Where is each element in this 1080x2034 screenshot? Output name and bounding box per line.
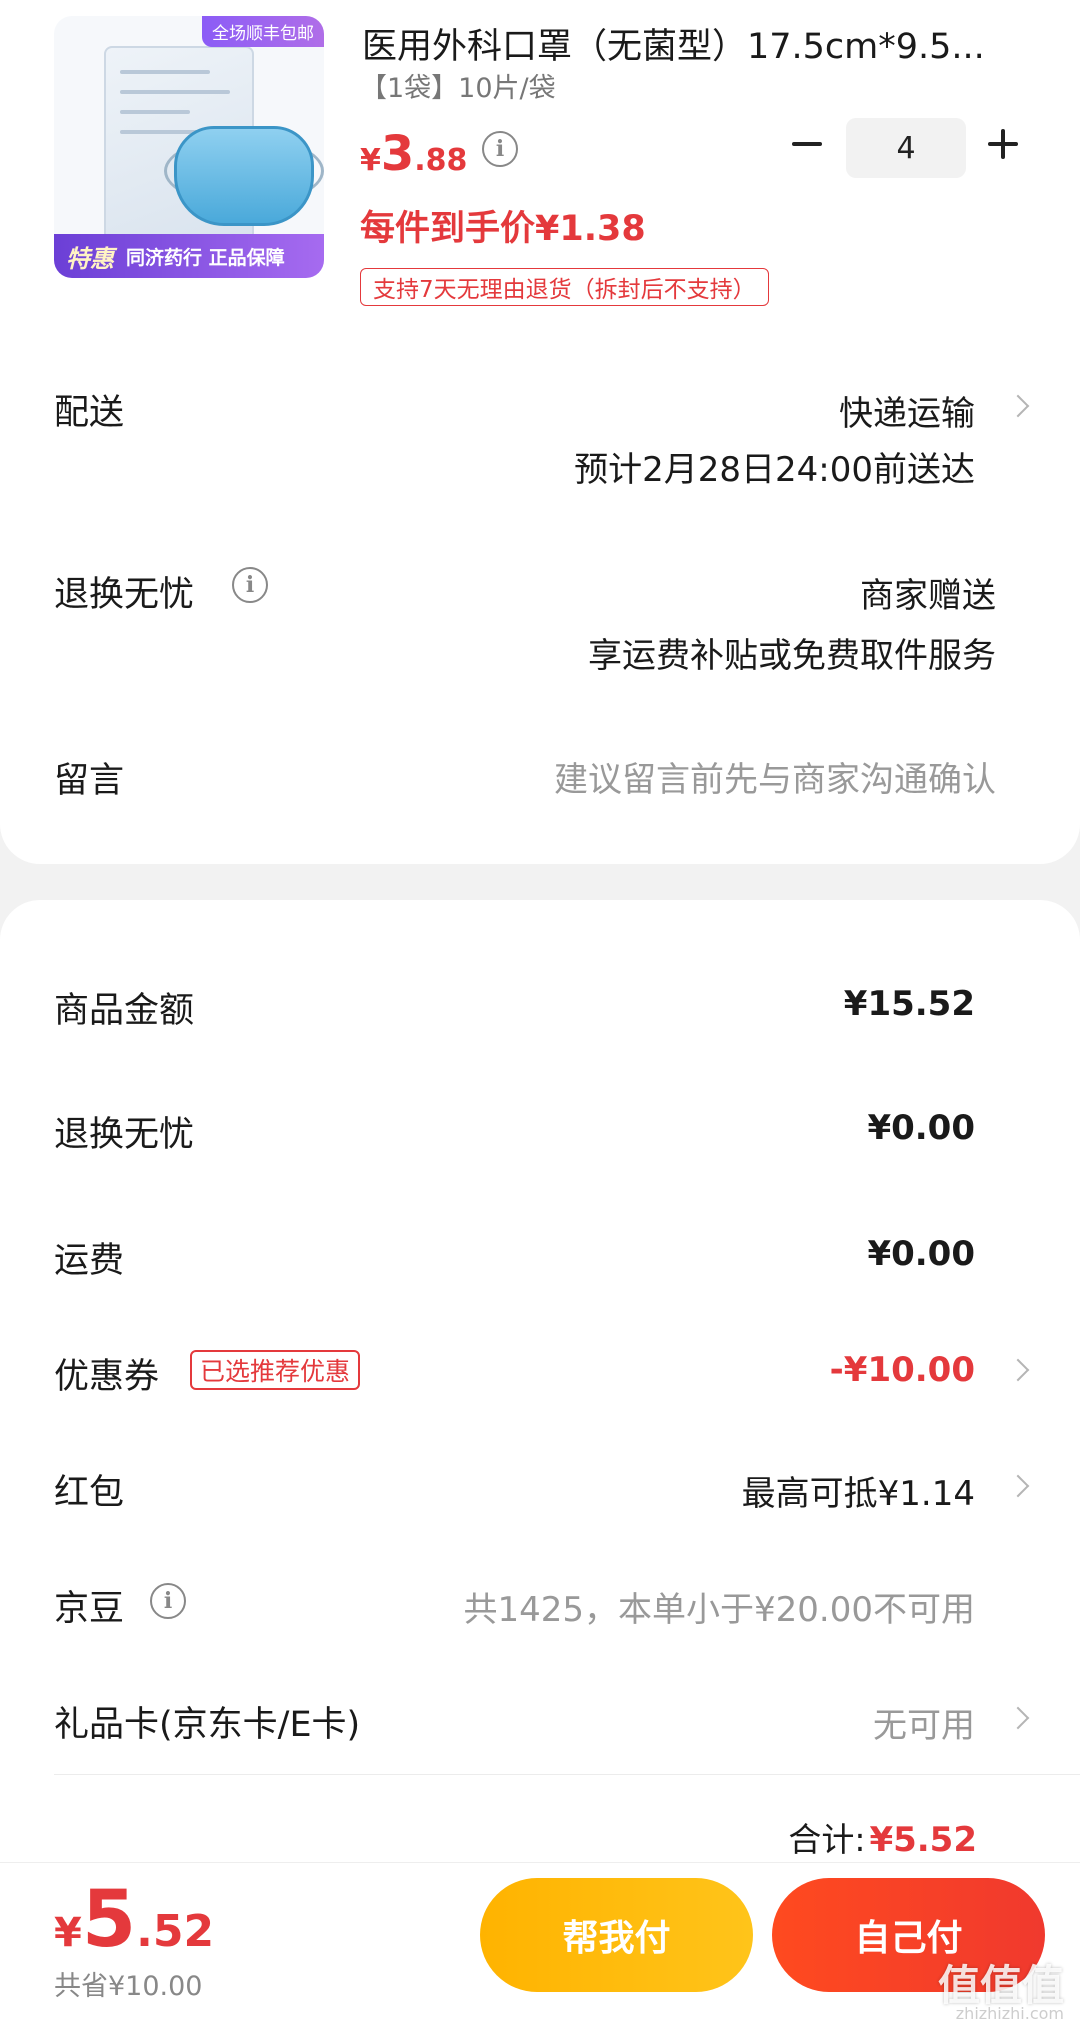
quantity-input[interactable]: 4 — [846, 118, 966, 178]
product-image[interactable]: 全场顺丰包邮 特惠 同济药行 正品保障 — [54, 16, 324, 278]
promo-tehui: 特惠 — [66, 244, 114, 273]
return-policy-tag: 支持7天无理由退货（拆封后不支持） — [360, 268, 769, 306]
product-title[interactable]: 医用外科口罩（无菌型）17.5cm*9.5... — [362, 18, 1022, 69]
jingdou-info-icon[interactable]: i — [150, 1583, 186, 1619]
jingdou-value: 共1425，本单小于¥20.00不可用 — [463, 1590, 976, 1630]
return-service-value: 商家赠送 — [860, 576, 996, 616]
giftcard-value[interactable]: 无可用 — [873, 1698, 975, 1747]
message-input[interactable]: 建议留言前先与商家沟通确认 — [554, 752, 996, 801]
delivery-label: 配送 — [54, 393, 125, 433]
free-shipping-flag: 全场顺丰包邮 — [202, 16, 324, 47]
return-service-label: 退换无忧 — [54, 575, 195, 615]
price-info-icon[interactable]: i — [482, 131, 518, 167]
coupon-value[interactable]: -¥10.00 — [830, 1350, 975, 1390]
quantity-decrease-button[interactable] — [788, 124, 828, 164]
shipping-fee-label: 运费 — [54, 1241, 125, 1281]
shipping-fee-value: ¥0.00 — [867, 1234, 975, 1274]
product-spec: 【1袋】10片/袋 — [360, 73, 556, 104]
saved-amount: 共省¥10.00 — [54, 1971, 203, 2002]
goods-amount-label: 商品金额 — [54, 991, 195, 1031]
quantity-increase-button[interactable] — [984, 124, 1024, 164]
goods-amount-value: ¥15.52 — [843, 984, 975, 1024]
mask-graphic — [174, 126, 314, 226]
return-fee-value: ¥0.00 — [867, 1108, 975, 1148]
price-symbol: ¥ — [360, 143, 381, 178]
promo-bar: 特惠 同济药行 正品保障 — [54, 234, 324, 278]
promo-tags: 同济药行 正品保障 — [126, 246, 285, 269]
redpacket-label: 红包 — [54, 1473, 125, 1513]
order-total: 合计: ¥5.52 — [788, 1813, 977, 1861]
delivery-eta: 预计2月28日24:00前送达 — [574, 450, 975, 490]
return-service-detail: 享运费补贴或免费取件服务 — [588, 636, 996, 676]
giftcard-label: 礼品卡(京东卡/E卡) — [54, 1705, 361, 1745]
message-label: 留言 — [54, 761, 125, 801]
watermark-url: zhizhizhi.com — [955, 2004, 1064, 2023]
delivery-method[interactable]: 快递运输 — [839, 386, 975, 435]
payable-integer: 5 — [81, 1875, 137, 1965]
summary-divider — [54, 1774, 1080, 1775]
help-me-pay-button[interactable]: 帮我付 — [480, 1878, 753, 1992]
payable-symbol: ¥ — [54, 1910, 82, 1956]
redpacket-value[interactable]: 最高可抵¥1.14 — [742, 1466, 975, 1515]
payable-decimal: .52 — [136, 1906, 215, 1957]
unit-price: 每件到手价¥1.38 — [360, 209, 646, 249]
price-integer: 3 — [380, 126, 415, 182]
payable-amount: ¥ 5 .52 — [54, 1875, 214, 1965]
total-value: ¥5.52 — [869, 1820, 977, 1860]
total-label: 合计: — [788, 1820, 866, 1859]
coupon-label: 优惠券 — [54, 1357, 160, 1397]
jingdou-label: 京豆 — [54, 1589, 125, 1629]
coupon-recommended-badge: 已选推荐优惠 — [190, 1350, 361, 1390]
return-fee-label: 退换无忧 — [54, 1115, 195, 1155]
price-decimal: .88 — [414, 143, 468, 178]
return-service-info-icon[interactable]: i — [232, 567, 268, 603]
product-price: ¥ 3 .88 — [360, 126, 467, 182]
